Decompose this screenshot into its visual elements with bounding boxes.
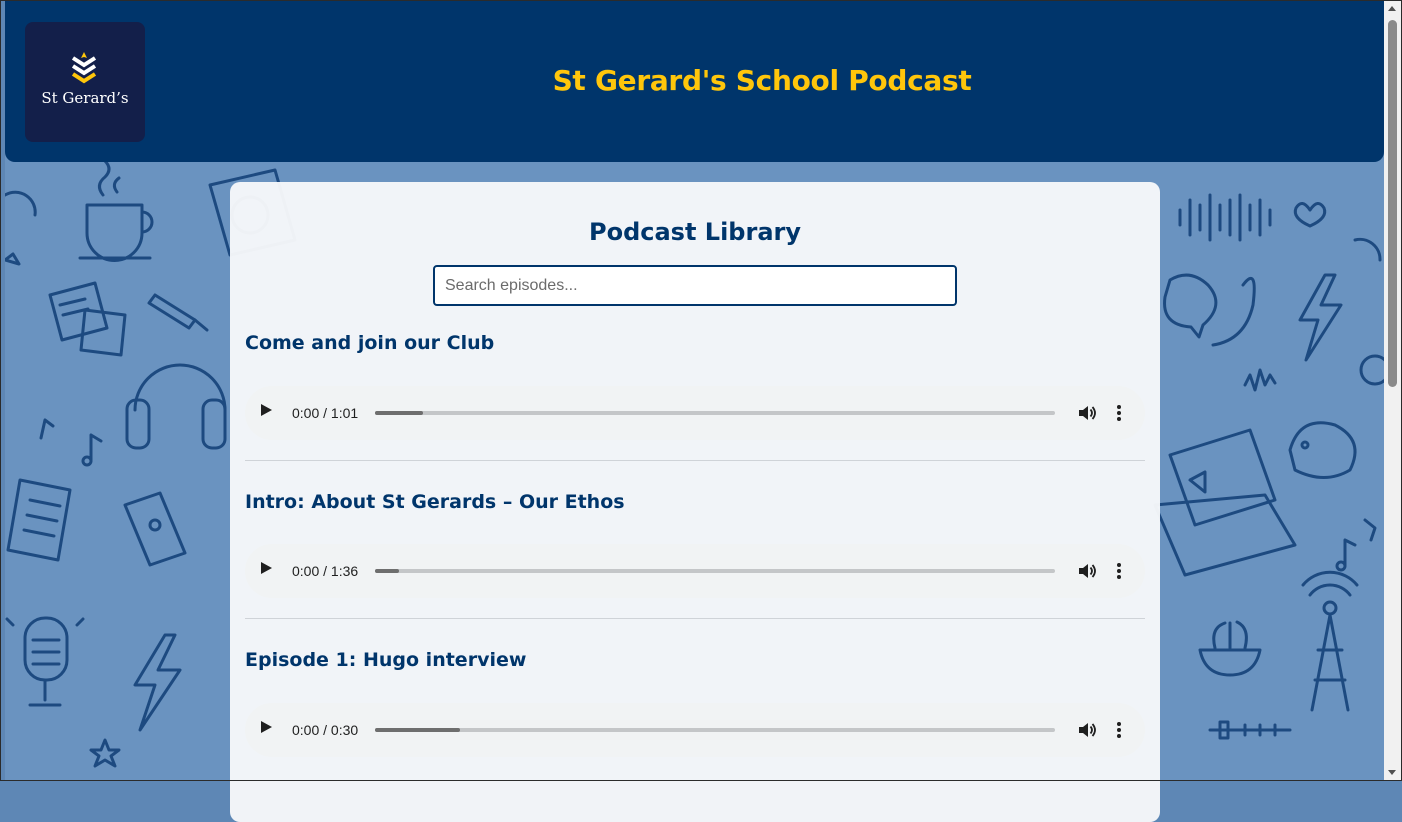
progress-track[interactable]: [375, 411, 1055, 415]
episode-divider: [245, 618, 1145, 619]
talk-bubble-doodle: [1163, 273, 1218, 339]
scroll-down-icon[interactable]: [1388, 770, 1396, 775]
play-icon[interactable]: [261, 404, 272, 416]
buffered-bar: [375, 411, 423, 415]
pencil-doodle: [147, 293, 209, 332]
buffered-bar: [375, 569, 399, 573]
swirl-doodle: [5, 190, 37, 217]
episode-divider: [245, 460, 1145, 461]
play-icon[interactable]: [261, 562, 272, 574]
microphone-doodle: [5, 616, 85, 707]
site-header: St Gerard’s St Gerard's School Podcast: [5, 0, 1384, 162]
headphones-doodle: [125, 363, 227, 450]
audio-player[interactable]: 0:00 / 1:01: [245, 386, 1145, 440]
more-vertical-icon[interactable]: [1113, 720, 1125, 740]
sound-wave-doodle: [1178, 193, 1272, 242]
episode-title: Come and join our Club: [245, 332, 495, 354]
book-doodle: [123, 491, 187, 567]
plant-bowl-doodle: [1198, 620, 1262, 677]
star-doodle: [89, 738, 121, 768]
search-episodes-input[interactable]: [433, 265, 957, 306]
site-title: St Gerard's School Podcast: [552, 64, 972, 97]
time-display: 0:00 / 1:01: [292, 405, 359, 421]
volume-icon[interactable]: [1077, 561, 1097, 581]
coffee-cup-doodle: [78, 159, 154, 262]
heart-doodle: [1293, 202, 1327, 228]
radio-tower-doodle: [1301, 570, 1359, 712]
more-vertical-icon[interactable]: [1113, 561, 1125, 581]
progress-track[interactable]: [375, 569, 1055, 573]
slider-doodle: [1208, 720, 1292, 740]
paper-doodle: [6, 478, 72, 562]
music-note-doodles: [39, 418, 103, 467]
rainbow-doodle: [1353, 237, 1382, 262]
audio-player[interactable]: 0:00 / 0:30: [245, 703, 1145, 757]
sleeping-cat-doodle: [1288, 421, 1357, 479]
notes-doodle: [48, 281, 127, 357]
play-icon[interactable]: [261, 721, 272, 733]
page-scrollbar[interactable]: [1384, 0, 1401, 781]
lightning-doodle: [133, 633, 182, 732]
buffered-bar: [375, 728, 460, 732]
library-title: Podcast Library: [588, 218, 801, 246]
volume-icon[interactable]: [1077, 403, 1097, 423]
music-note-doodle: [1343, 538, 1357, 567]
star-doodle: [5, 252, 21, 266]
more-vertical-icon[interactable]: [1113, 403, 1125, 423]
episode-title: Intro: About St Gerards – Our Ethos: [245, 491, 625, 513]
clock-doodle: [1359, 354, 1384, 386]
scrollbar-thumb[interactable]: [1388, 20, 1397, 387]
volume-icon[interactable]: [1077, 720, 1097, 740]
laptop-doodle: [1153, 428, 1297, 577]
audio-player[interactable]: 0:00 / 1:36: [245, 544, 1145, 598]
time-display: 0:00 / 0:30: [292, 722, 359, 738]
episode-title: Episode 1: Hugo interview: [245, 649, 527, 671]
podcast-library-panel: Podcast Library Come and join our Club 0…: [230, 182, 1160, 822]
scroll-up-icon[interactable]: [1388, 6, 1396, 11]
progress-track[interactable]: [375, 728, 1055, 732]
mic-cable-doodle: [1211, 276, 1256, 347]
lightning-doodle: [1298, 273, 1343, 362]
time-display: 0:00 / 1:36: [292, 563, 359, 579]
star-doodle: [1363, 518, 1377, 542]
wave-doodle: [1243, 368, 1277, 392]
